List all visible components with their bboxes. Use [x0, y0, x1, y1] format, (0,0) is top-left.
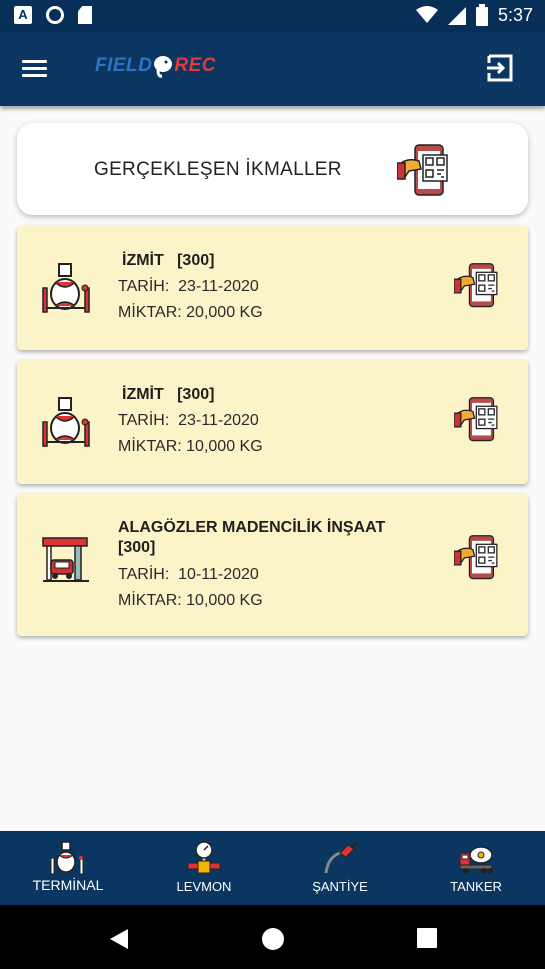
amount-label: MİKTAR:: [118, 304, 182, 321]
mobile-qr-scan-icon[interactable]: [454, 534, 502, 582]
home-icon[interactable]: [261, 927, 285, 951]
nav-label: ŞANTİYE: [312, 879, 368, 894]
status-right-icons: 5:37: [415, 4, 533, 26]
refuel-date-row: TARİH: 23-11-2020: [118, 408, 263, 434]
fuel-nozzle-icon: [324, 842, 358, 874]
mobile-qr-scan-icon[interactable]: [397, 143, 453, 199]
refuel-date: 23-11-2020: [178, 278, 259, 295]
nav-item-santiye[interactable]: ŞANTİYE: [272, 831, 408, 905]
nav-label: TERMİNAL: [32, 877, 104, 893]
bottom-nav: TERMİNAL LEVMON ŞANTİYE TANKER: [0, 831, 545, 905]
app-logo: FIELD REC: [95, 54, 216, 78]
elephant-logo-icon: [154, 56, 173, 78]
date-label: TARİH:: [118, 278, 170, 295]
refuel-amount-row: MİKTAR: 10,000 KG: [118, 588, 408, 614]
refuel-amount-row: MİKTAR: 20,000 KG: [118, 300, 263, 326]
refuel-location: ALAGÖZLER MADENCİLİK İNŞAAT [300]: [118, 519, 386, 556]
nav-label: TANKER: [450, 879, 502, 894]
gas-station-icon: [42, 537, 89, 582]
terminal-tank-icon: [50, 841, 84, 875]
mobile-qr-scan-icon[interactable]: [454, 262, 502, 310]
back-icon[interactable]: [108, 927, 130, 951]
refuel-amount: 10,000 KG: [186, 438, 263, 455]
refuel-location: İZMİT [300]: [122, 252, 215, 269]
app-bar: FIELD REC: [0, 32, 545, 106]
refuel-date: 23-11-2020: [178, 412, 259, 429]
system-nav-bar: [0, 905, 545, 969]
date-label: TARİH:: [118, 566, 170, 583]
refuel-card[interactable]: ALAGÖZLER MADENCİLİK İNŞAAT [300] TARİH:…: [17, 494, 528, 636]
hamburger-menu-icon[interactable]: [22, 56, 52, 80]
amount-label: MİKTAR:: [118, 438, 182, 455]
logo-text-field: FIELD: [95, 55, 153, 76]
refuel-date-row: TARİH: 10-11-2020: [118, 562, 408, 588]
nav-item-terminal[interactable]: TERMİNAL: [0, 831, 136, 905]
main-content: GERÇEKLEŞEN İKMALLER İZMİT [300] TARİH: …: [0, 106, 545, 831]
sd-card-icon: [78, 6, 92, 24]
terminal-tank-icon: [42, 263, 90, 313]
status-bar: A 5:37: [0, 0, 545, 32]
status-time: 5:37: [497, 4, 533, 25]
header-card: GERÇEKLEŞEN İKMALLER: [17, 123, 528, 215]
nav-item-levmon[interactable]: LEVMON: [136, 831, 272, 905]
refuel-location: İZMİT [300]: [122, 386, 215, 403]
refuel-card[interactable]: İZMİT [300] TARİH: 23-11-2020 MİKTAR: 10…: [17, 360, 528, 484]
date-label: TARİH:: [118, 412, 170, 429]
battery-icon: [475, 4, 488, 26]
refuel-card[interactable]: İZMİT [300] TARİH: 23-11-2020 MİKTAR: 20…: [17, 226, 528, 350]
refuel-details: İZMİT [300] TARİH: 23-11-2020 MİKTAR: 20…: [118, 248, 263, 326]
nav-label: LEVMON: [176, 879, 232, 894]
refuel-date-row: TARİH: 23-11-2020: [118, 274, 263, 300]
cellular-signal-icon: [447, 7, 466, 25]
mobile-qr-scan-icon[interactable]: [454, 396, 502, 444]
pressure-gauge-icon: [187, 841, 221, 874]
a-notification-icon: A: [14, 6, 32, 24]
refuel-date: 10-11-2020: [178, 566, 259, 583]
logout-icon[interactable]: [485, 52, 517, 84]
recents-icon[interactable]: [416, 927, 438, 949]
refuel-details: İZMİT [300] TARİH: 23-11-2020 MİKTAR: 10…: [118, 382, 263, 460]
wifi-icon: [415, 6, 438, 23]
circle-notification-icon: [46, 6, 64, 24]
tanker-truck-icon: [459, 846, 493, 874]
refuel-amount-row: MİKTAR: 10,000 KG: [118, 434, 263, 460]
terminal-tank-icon: [42, 397, 90, 447]
refuel-amount: 10,000 KG: [186, 592, 263, 609]
refuel-details: ALAGÖZLER MADENCİLİK İNŞAAT [300] TARİH:…: [118, 518, 408, 614]
status-left-icons: A: [14, 6, 92, 24]
page-title: GERÇEKLEŞEN İKMALLER: [94, 159, 342, 180]
logo-text-rec: REC: [174, 55, 217, 76]
refuel-amount: 20,000 KG: [186, 304, 263, 321]
nav-item-tanker[interactable]: TANKER: [408, 831, 544, 905]
amount-label: MİKTAR:: [118, 592, 182, 609]
